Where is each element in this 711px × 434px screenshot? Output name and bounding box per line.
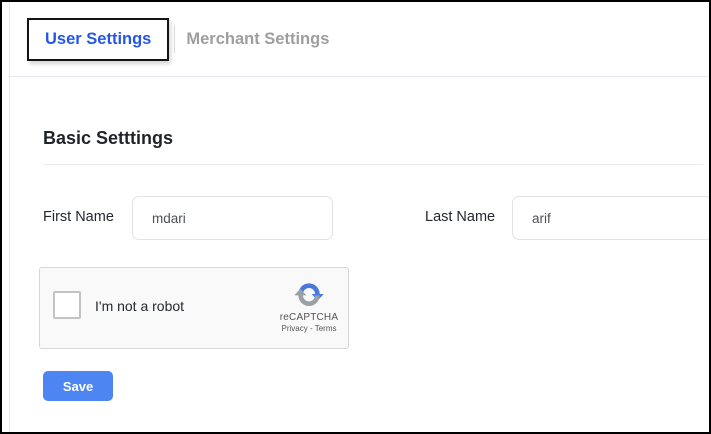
recaptcha-links: Privacy - Terms xyxy=(279,324,339,333)
section-title: Basic Setttings xyxy=(43,128,173,149)
settings-tabbar: User Settings Merchant Settings xyxy=(10,2,709,77)
recaptcha-checkbox[interactable] xyxy=(53,291,81,319)
recaptcha-label: I'm not a robot xyxy=(95,298,184,314)
recaptcha-widget: I'm not a robot reCAPTCHA Privacy - Term… xyxy=(39,267,349,349)
recaptcha-brand-text: reCAPTCHA xyxy=(279,312,339,323)
tab-separator xyxy=(174,25,175,53)
tab-merchant-settings[interactable]: Merchant Settings xyxy=(186,30,329,49)
terms-link[interactable]: Terms xyxy=(315,324,337,333)
recaptcha-icon xyxy=(293,278,325,310)
recaptcha-branding: reCAPTCHA Privacy - Terms xyxy=(279,278,339,333)
save-button[interactable]: Save xyxy=(43,371,113,401)
last-name-input[interactable] xyxy=(512,196,711,240)
privacy-link[interactable]: Privacy xyxy=(282,324,308,333)
links-separator: - xyxy=(310,324,313,333)
last-name-label: Last Name xyxy=(425,209,495,225)
app-frame: User Settings Merchant Settings Basic Se… xyxy=(0,0,711,434)
first-name-label: First Name xyxy=(43,209,114,225)
section-divider xyxy=(43,164,703,165)
tab-user-settings[interactable]: User Settings xyxy=(45,30,151,48)
user-settings-tab-highlight-box[interactable]: User Settings xyxy=(27,18,169,61)
first-name-input[interactable] xyxy=(132,196,333,240)
